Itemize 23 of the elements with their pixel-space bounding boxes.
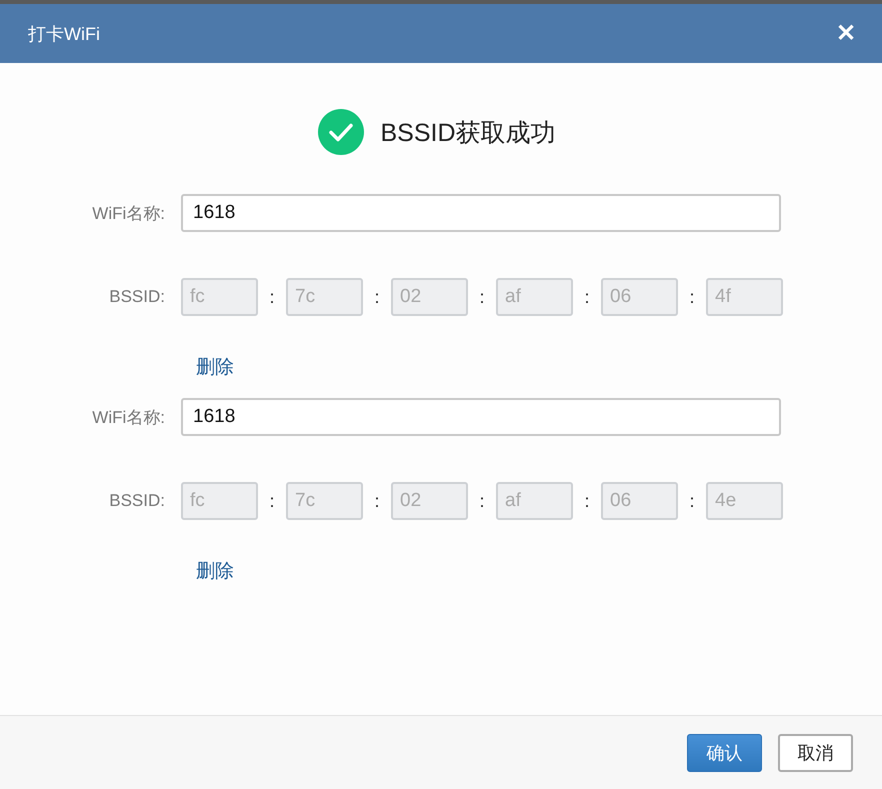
wifi-name-field[interactable]: 1618 bbox=[181, 194, 781, 232]
cancel-button[interactable]: 取消 bbox=[778, 734, 853, 772]
colon-separator: : bbox=[268, 286, 276, 308]
success-message: BSSID获取成功 bbox=[380, 118, 556, 148]
colon-separator: : bbox=[373, 286, 380, 308]
dialog-title: 打卡WiFi bbox=[28, 22, 100, 46]
bssid-label: BSSID: bbox=[108, 491, 166, 511]
wifi-name-field[interactable]: 1618 bbox=[181, 398, 781, 436]
wifi-name-label: WiFi名称: bbox=[91, 406, 166, 428]
colon-separator: : bbox=[583, 286, 590, 308]
close-button[interactable]: ✕ bbox=[836, 22, 856, 46]
colon-separator: : bbox=[583, 490, 590, 512]
colon-separator: : bbox=[478, 286, 486, 308]
colon-separator: : bbox=[688, 490, 696, 512]
colon-separator: : bbox=[688, 286, 696, 308]
delete-link[interactable]: 删除 bbox=[196, 354, 234, 380]
confirm-button[interactable]: 确认 bbox=[687, 734, 762, 772]
wifi-name-label: WiFi名称: bbox=[91, 202, 166, 224]
colon-separator: : bbox=[478, 490, 486, 512]
colon-separator: : bbox=[373, 490, 380, 512]
bssid-label: BSSID: bbox=[108, 287, 166, 307]
colon-separator: : bbox=[268, 490, 276, 512]
delete-link[interactable]: 删除 bbox=[196, 558, 234, 584]
